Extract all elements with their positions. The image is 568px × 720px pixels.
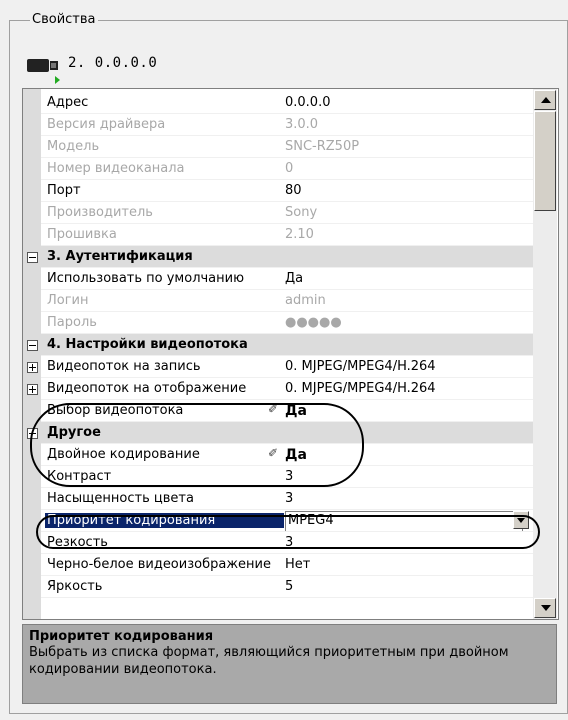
dropdown-arrow-icon[interactable] [513, 511, 529, 529]
property-row[interactable]: Логин admin [23, 290, 533, 312]
property-grid[interactable]: Адрес 0.0.0.0 Версия драйвера 3.0.0 Модель SN… [22, 88, 559, 620]
description-text: Выбрать из списка формат, являющийся при… [29, 645, 509, 677]
property-row[interactable]: Черно-белое видеоизображение Нет [23, 554, 533, 576]
property-name: Насыщенность цвета [47, 491, 194, 506]
property-value[interactable]: 0 [285, 161, 293, 176]
property-value[interactable]: Да [285, 447, 307, 463]
property-row[interactable]: Модель SNC-RZ50P [23, 136, 533, 158]
property-row[interactable]: Производитель Sony [23, 202, 533, 224]
property-row[interactable]: Насыщенность цвета 3 [23, 488, 533, 510]
collapse-minus-icon[interactable] [27, 340, 38, 351]
property-name: Выбор видеопотока [47, 403, 184, 418]
device-title: 2. 0.0.0.0 [68, 55, 158, 71]
expand-plus-icon[interactable] [27, 384, 38, 395]
category-row[interactable]: 4. Настройки видеопотока [23, 334, 533, 356]
property-name: Черно-белое видеоизображение [47, 557, 271, 572]
property-name: Видеопоток на запись [47, 359, 201, 374]
property-value[interactable]: admin [285, 293, 326, 308]
property-value[interactable]: 3 [285, 535, 293, 550]
property-name: 4. Настройки видеопотока [47, 337, 248, 352]
property-row[interactable]: Прошивка 2.10 [23, 224, 533, 246]
property-name: Использовать по умолчанию [47, 271, 245, 286]
group-title: Свойства [30, 12, 98, 27]
property-name: Производитель [47, 205, 153, 220]
property-value[interactable]: Нет [285, 557, 310, 572]
property-value[interactable]: 5 [285, 579, 293, 594]
property-row[interactable]: Двойное кодирование ✐ Да [23, 444, 533, 466]
property-value[interactable]: 2.10 [285, 227, 314, 242]
property-value[interactable]: Да [285, 403, 307, 419]
property-name: Видеопоток на отображение [47, 381, 247, 396]
property-value[interactable]: 3 [285, 491, 293, 506]
scroll-thumb[interactable] [534, 111, 556, 211]
vertical-scrollbar[interactable] [533, 89, 557, 619]
description-title: Приоритет кодирования [29, 629, 214, 644]
property-value[interactable]: 0. MJPEG/MPEG4/H.264 [285, 359, 436, 374]
property-name: Резкость [47, 535, 108, 550]
row-divider [41, 597, 533, 598]
property-name: Модель [47, 139, 100, 154]
category-row[interactable]: Другое [23, 422, 533, 444]
property-name: Порт [47, 183, 81, 198]
collapse-minus-icon[interactable] [27, 428, 38, 439]
property-value[interactable]: SNC-RZ50P [285, 139, 359, 154]
property-value[interactable]: Да [285, 271, 303, 286]
property-row[interactable]: Яркость 5 [23, 576, 533, 598]
property-value[interactable]: 0. MJPEG/MPEG4/H.264 [285, 381, 436, 396]
encoding-priority-dropdown[interactable]: MPEG4 [285, 511, 523, 532]
property-name: Другое [47, 425, 101, 440]
description-panel: Приоритет кодирования Выбрать из списка … [22, 624, 557, 704]
property-value[interactable]: 0.0.0.0 [285, 95, 330, 110]
property-value[interactable]: 3 [285, 469, 293, 484]
property-name: Контраст [47, 469, 112, 484]
property-name: Двойное кодирование [47, 447, 200, 462]
property-row[interactable]: Видеопоток на запись 0. MJPEG/MPEG4/H.264 [23, 356, 533, 378]
scroll-up-icon[interactable] [534, 90, 556, 110]
expand-plus-icon[interactable] [27, 362, 38, 373]
property-name: Пароль [47, 315, 97, 330]
property-name: Адрес [47, 95, 89, 110]
pencil-icon: ✐ [268, 402, 279, 416]
property-row[interactable]: Версия драйвера 3.0.0 [23, 114, 533, 136]
property-value[interactable]: Sony [285, 205, 317, 220]
property-name: Номер видеоканала [47, 161, 185, 176]
property-row[interactable]: Видеопоток на отображение 0. MJPEG/MPEG4/… [23, 378, 533, 400]
property-value[interactable]: 80 [285, 183, 302, 198]
property-value[interactable]: ●●●●● [285, 315, 342, 330]
property-row[interactable]: Порт 80 [23, 180, 533, 202]
property-row[interactable]: Приоритет кодирования MPEG4 [23, 510, 533, 532]
property-name: Приоритет кодирования [45, 513, 284, 528]
collapse-minus-icon[interactable] [27, 252, 38, 263]
camera-icon [27, 59, 60, 84]
category-row[interactable]: 3. Аутентификация [23, 246, 533, 268]
property-name: Яркость [47, 579, 103, 594]
scroll-down-icon[interactable] [534, 598, 556, 618]
property-row[interactable]: Резкость 3 [23, 532, 533, 554]
property-row[interactable]: Пароль ●●●●● [23, 312, 533, 334]
property-name: Логин [47, 293, 89, 308]
property-name: Версия драйвера [47, 117, 166, 132]
property-value[interactable]: 3.0.0 [285, 117, 318, 132]
pencil-icon: ✐ [268, 446, 279, 460]
property-row[interactable]: Адрес 0.0.0.0 [23, 92, 533, 114]
property-name: 3. Аутентификация [47, 249, 193, 264]
property-row[interactable]: Номер видеоканала 0 [23, 158, 533, 180]
property-row[interactable]: Использовать по умолчанию Да [23, 268, 533, 290]
property-row[interactable]: Контраст 3 [23, 466, 533, 488]
property-name: Прошивка [47, 227, 117, 242]
property-row[interactable]: Выбор видеопотока ✐ Да [23, 400, 533, 422]
